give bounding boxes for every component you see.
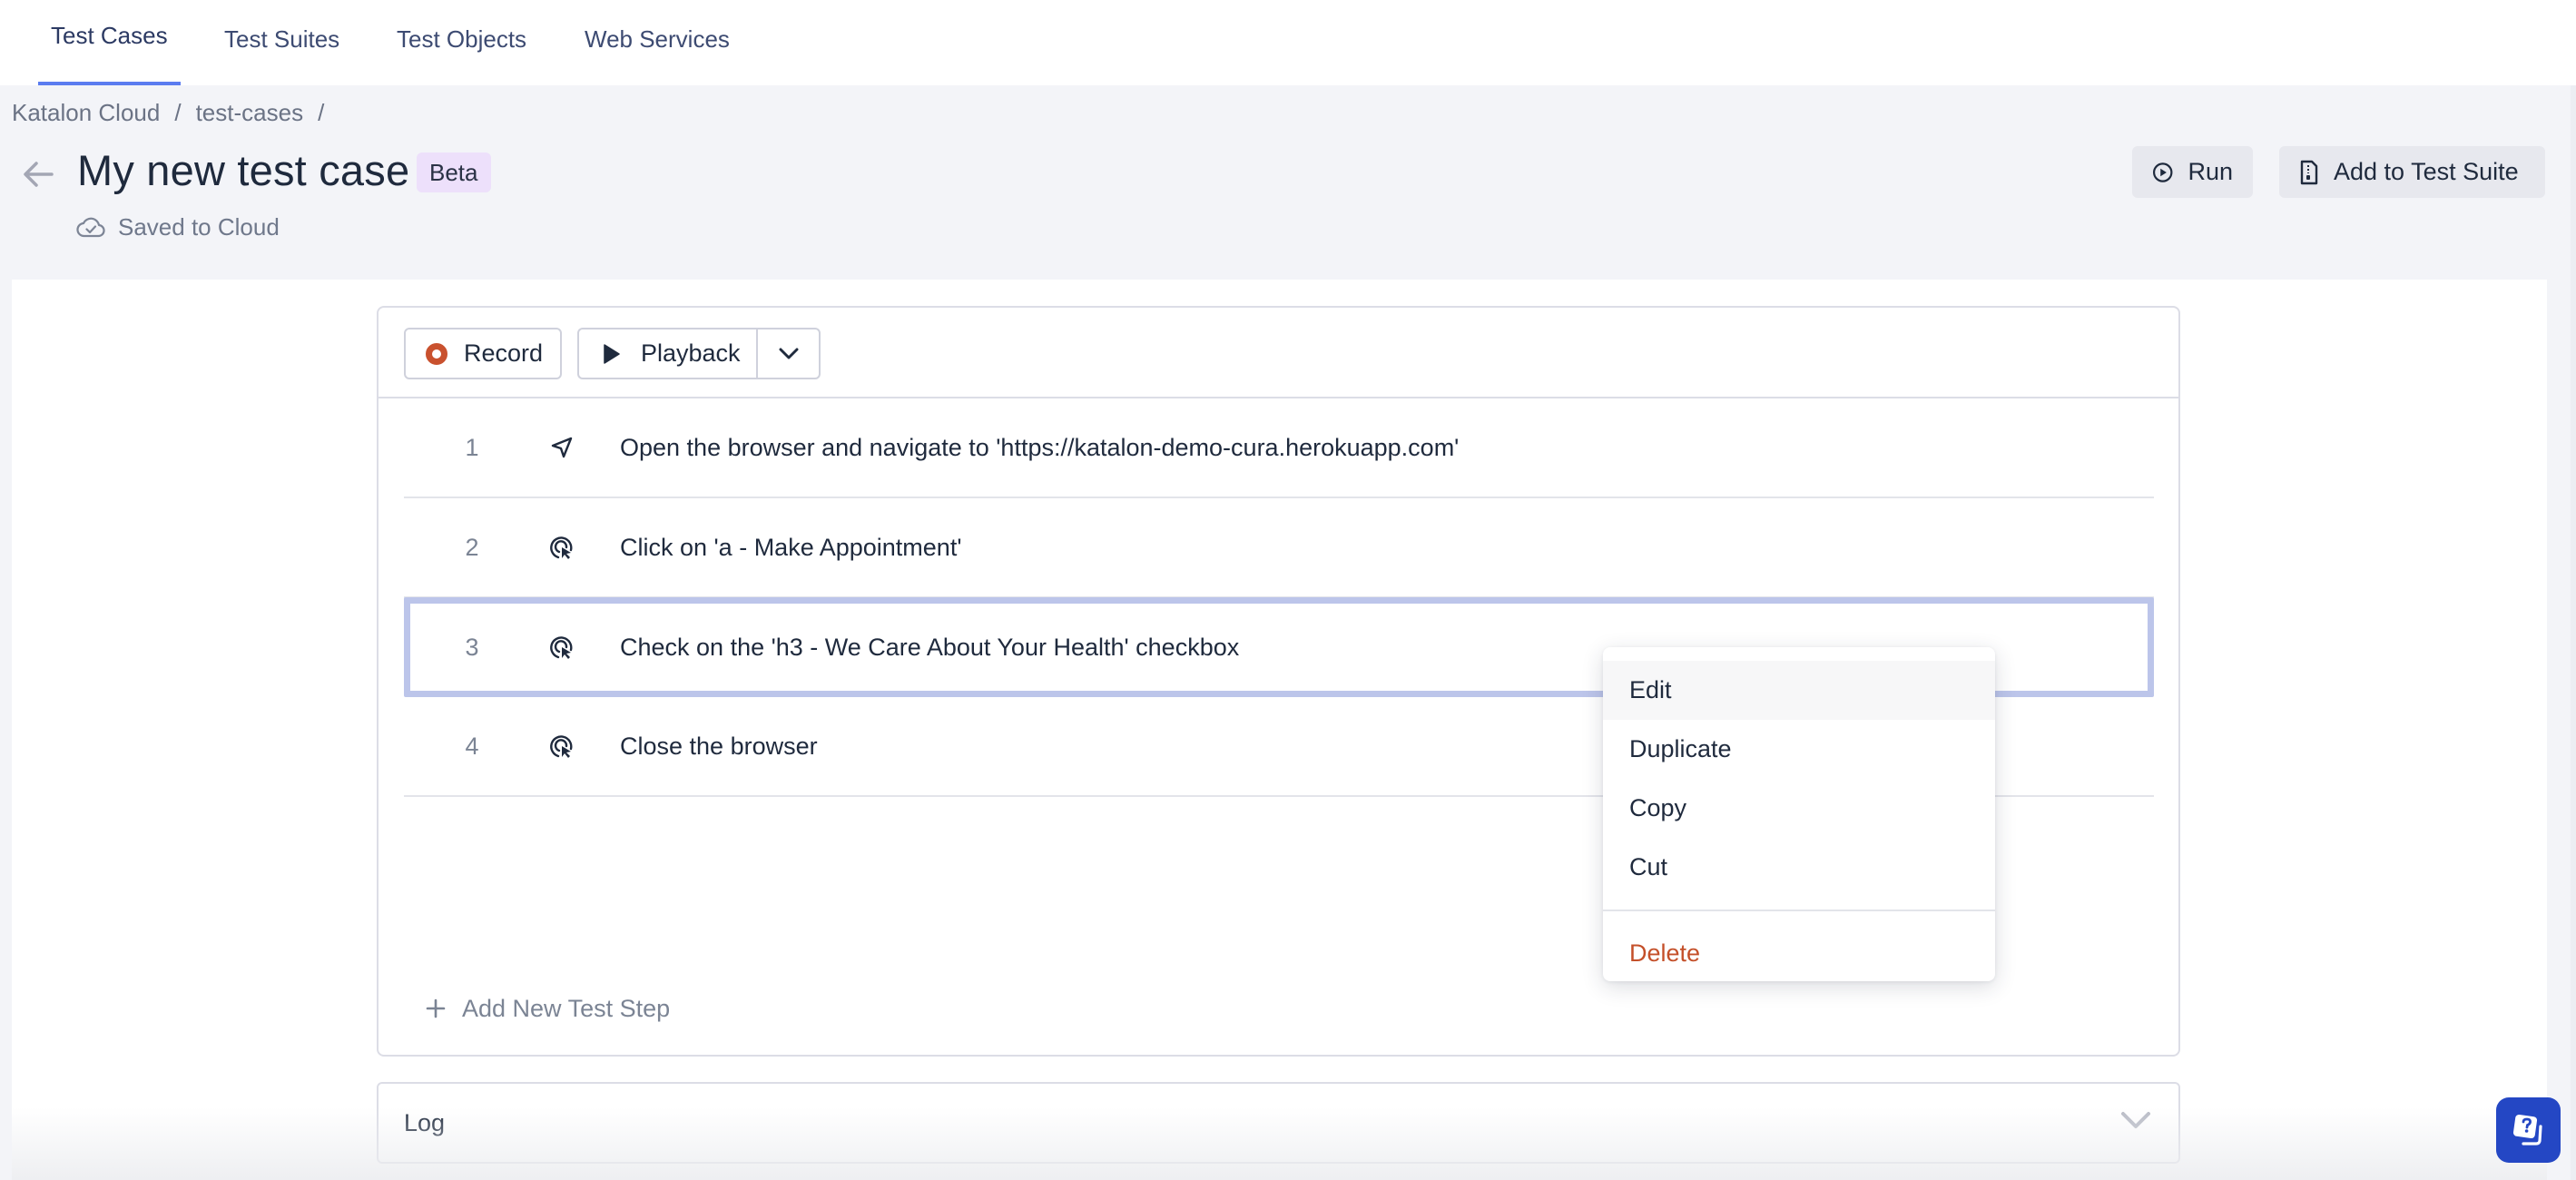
record-icon <box>426 342 447 365</box>
playback-label: Playback <box>641 339 741 367</box>
log-panel-toggle[interactable]: Log <box>377 1082 2180 1164</box>
help-chat-icon <box>2512 1114 2542 1146</box>
tab-test-objects[interactable]: Test Objects <box>397 0 526 85</box>
plus-icon <box>426 998 446 1018</box>
tab-label: Test Suites <box>224 25 340 53</box>
step-description: Click on 'a - Make Appointment' <box>620 533 962 561</box>
help-chat-button[interactable] <box>2496 1097 2561 1163</box>
page-scrollbar[interactable] <box>2571 85 2576 1180</box>
menu-item-delete[interactable]: Delete <box>1603 924 1995 983</box>
add-to-test-suite-label: Add to Test Suite <box>2334 158 2519 185</box>
menu-item-edit[interactable]: Edit <box>1603 661 1995 720</box>
menu-item-copy[interactable]: Copy <box>1603 779 1995 838</box>
breadcrumb-test-cases[interactable]: test-cases <box>196 99 304 127</box>
playback-options-dropdown[interactable] <box>756 328 821 379</box>
file-zip-icon <box>2300 160 2318 184</box>
step-number: 1 <box>465 433 479 461</box>
play-icon <box>604 343 620 364</box>
chevron-down-icon <box>779 348 798 359</box>
click-icon <box>547 732 576 761</box>
step-context-menu: Edit Duplicate Copy Cut Delete <box>1603 647 1995 981</box>
save-status-text: Saved to Cloud <box>118 212 280 241</box>
tab-label: Test Cases <box>51 21 168 49</box>
tab-test-suites[interactable]: Test Suites <box>224 0 339 85</box>
menu-item-duplicate[interactable]: Duplicate <box>1603 720 1995 779</box>
active-tab-indicator <box>38 82 181 85</box>
step-number: 2 <box>465 533 479 561</box>
tab-web-services[interactable]: Web Services <box>585 0 730 85</box>
arrow-left-icon <box>24 162 54 187</box>
top-nav-bar: Test Cases Test Suites Test Objects Web … <box>0 0 2576 85</box>
breadcrumb-separator: / <box>318 98 325 126</box>
step-number: 3 <box>465 633 479 661</box>
add-to-test-suite-button[interactable]: Add to Test Suite <box>2279 146 2545 198</box>
breadcrumb: Katalon Cloud / test-cases / <box>12 94 324 131</box>
click-icon <box>547 533 576 562</box>
step-number: 4 <box>465 732 479 760</box>
menu-item-cut[interactable]: Cut <box>1603 838 1995 897</box>
record-button[interactable]: Record <box>404 328 562 379</box>
add-new-test-step-button[interactable]: Add New Test Step <box>426 990 670 1027</box>
record-label: Record <box>464 339 544 367</box>
test-step-row[interactable]: 2 Click on 'a - Make Appointment' <box>404 498 2154 598</box>
run-button[interactable]: Run <box>2132 146 2253 198</box>
step-description: Open the browser and navigate to 'https:… <box>620 433 1460 461</box>
add-new-test-step-label: Add New Test Step <box>462 994 671 1022</box>
breadcrumb-separator: / <box>174 98 182 126</box>
step-description: Check on the 'h3 - We Care About Your He… <box>620 633 1240 661</box>
play-circle-icon <box>2153 162 2173 182</box>
page-title: My new test case <box>77 146 410 194</box>
menu-divider <box>1603 910 1995 911</box>
back-button[interactable] <box>18 154 58 194</box>
log-label: Log <box>404 1108 446 1136</box>
save-status: Saved to Cloud <box>76 211 280 243</box>
tab-label: Test Objects <box>397 25 527 53</box>
tab-test-cases[interactable]: Test Cases <box>38 0 181 85</box>
steps-toolbar: Record Playback <box>379 308 2178 398</box>
breadcrumb-katalon-cloud[interactable]: Katalon Cloud <box>12 99 160 127</box>
step-description: Close the browser <box>620 732 818 760</box>
navigate-icon <box>547 433 576 462</box>
tab-label: Web Services <box>585 25 730 53</box>
cloud-check-icon <box>76 217 105 238</box>
chevron-down-icon <box>2121 1112 2150 1128</box>
run-label: Run <box>2188 158 2233 185</box>
playback-button[interactable]: Playback <box>577 328 756 379</box>
click-icon <box>547 633 576 662</box>
test-step-row[interactable]: 1 Open the browser and navigate to 'http… <box>404 398 2154 498</box>
beta-badge: Beta <box>417 152 491 192</box>
